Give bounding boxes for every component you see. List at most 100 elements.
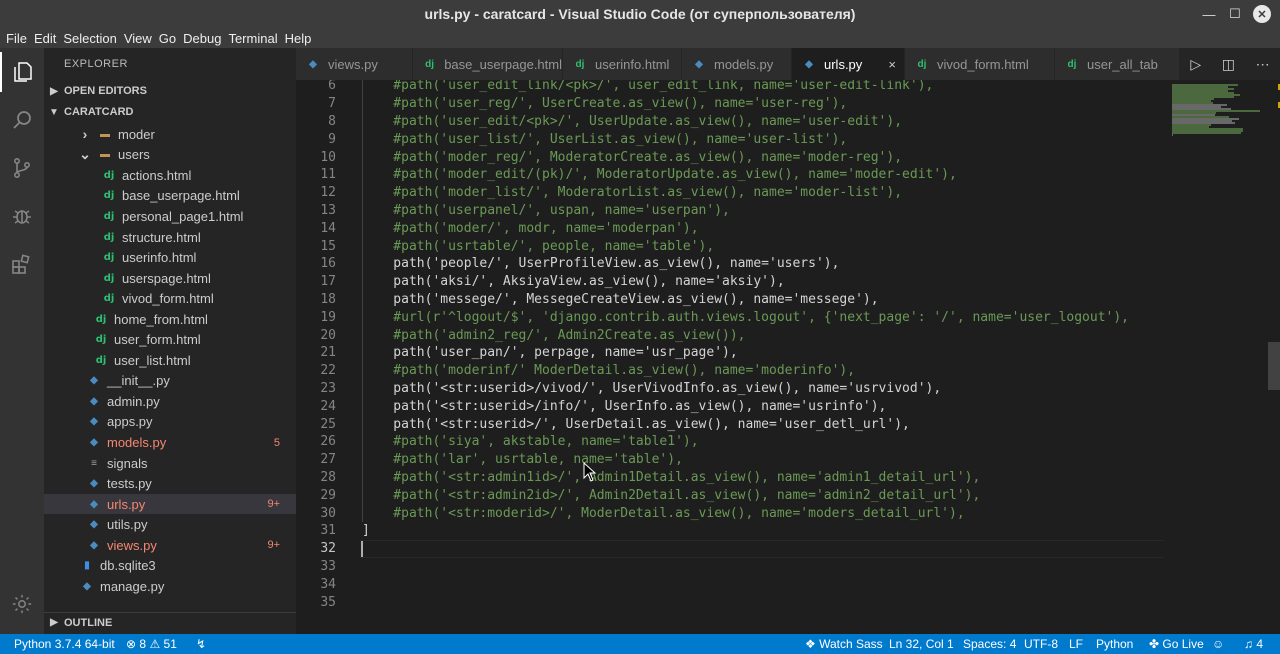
close-window-button[interactable]: ✕: [1253, 5, 1271, 23]
tree-item-label: userinfo.html: [122, 250, 197, 266]
code-line[interactable]: 14 #path('moder/', modr, name='moderpan'…: [296, 219, 1166, 237]
code-line[interactable]: 6 #path('user_edit_link/<pk>/', user_edi…: [296, 80, 1166, 95]
code-line[interactable]: 22 #path('moderinf/' ModerDetail.as_view…: [296, 362, 1166, 380]
code-line[interactable]: 21 path('user_pan/', perpage, name='usr_…: [296, 344, 1166, 362]
code-line[interactable]: 33: [296, 558, 1166, 576]
editor-tab[interactable]: dj userinfo.html: [563, 48, 682, 80]
extensions-icon[interactable]: [0, 244, 44, 284]
file-item[interactable]: ◆ urls.py 9+: [44, 493, 296, 515]
encoding[interactable]: UTF-8: [1024, 637, 1058, 651]
code-line[interactable]: 13 #path('userpanel/', uspan, name='user…: [296, 202, 1166, 220]
code-line[interactable]: 30 #path('<str:moderid>/', ModerDetail.a…: [296, 504, 1166, 522]
cursor-position[interactable]: Ln 32, Col 1: [889, 637, 954, 651]
code-line[interactable]: 18 path('messege/', MessegeCreateView.as…: [296, 291, 1166, 309]
scrollbar-thumb[interactable]: [1268, 342, 1280, 390]
file-item[interactable]: dj userspage.html: [44, 268, 296, 289]
file-item[interactable]: ◆ __init__.py: [44, 371, 296, 392]
maximize-button[interactable]: ☐: [1226, 5, 1244, 23]
project-section[interactable]: ▼ CARATCARD: [44, 102, 296, 122]
editor-tab[interactable]: ◆ models.py: [682, 48, 792, 80]
explorer-icon[interactable]: [0, 52, 44, 92]
editor-tab[interactable]: dj user_all_tab: [1055, 48, 1180, 80]
code-line[interactable]: 11 #path('moder_edit/(pk)/', ModeratorUp…: [296, 166, 1166, 184]
code-line[interactable]: 20 #path('admin2_reg/', Admin2Create.as_…: [296, 326, 1166, 344]
menu-go[interactable]: Go: [159, 31, 176, 46]
settings-gear-icon[interactable]: [0, 586, 44, 622]
minimap[interactable]: [1168, 80, 1268, 140]
code-line[interactable]: 27 #path('lar', usrtable, name='table'),: [296, 451, 1166, 469]
code-line[interactable]: 28 #path('<str:admin1id>/', Admin1Detail…: [296, 469, 1166, 487]
code-line[interactable]: 9 #path('user_list/', UserList.as_view()…: [296, 130, 1166, 148]
file-item[interactable]: dj user_list.html: [44, 350, 296, 371]
file-item[interactable]: dj user_form.html: [44, 330, 296, 351]
folder-item[interactable]: › ▬ moder: [44, 124, 296, 145]
code-line[interactable]: 25 path('<str:userid>/', UserDetail.as_v…: [296, 415, 1166, 433]
code-line[interactable]: 7 #path('user_reg/', UserCreate.as_view(…: [296, 95, 1166, 113]
file-item[interactable]: dj actions.html: [44, 165, 296, 186]
notifications[interactable]: ♫ 4: [1244, 637, 1263, 651]
editor-tab[interactable]: ◆ urls.py ×: [792, 48, 905, 80]
file-item[interactable]: ◆ models.py 5: [44, 432, 296, 453]
editor-tab[interactable]: dj base_userpage.html: [413, 48, 563, 80]
menu-file[interactable]: File: [6, 31, 27, 46]
file-item[interactable]: ≡ signals: [44, 453, 296, 474]
code-line[interactable]: 31]: [296, 522, 1166, 540]
code-line[interactable]: 32: [296, 540, 1166, 558]
problems-indicator[interactable]: ⊗ 8 ⚠ 51: [126, 637, 177, 651]
menu-help[interactable]: Help: [285, 31, 312, 46]
code-line[interactable]: 19 #url(r'^logout/$', 'django.contrib.au…: [296, 308, 1166, 326]
editor-tab[interactable]: dj vivod_form.html: [905, 48, 1055, 80]
code-line[interactable]: 15 #path('usrtable/', people, name='tabl…: [296, 237, 1166, 255]
file-item[interactable]: dj userinfo.html: [44, 247, 296, 268]
code-editor[interactable]: 6 #path('user_edit_link/<pk>/', user_edi…: [296, 80, 1280, 634]
minimize-button[interactable]: —: [1200, 5, 1218, 23]
menu-debug[interactable]: Debug: [183, 31, 221, 46]
open-editors-section[interactable]: ▶ OPEN EDITORS: [44, 81, 296, 101]
code-line[interactable]: 34: [296, 575, 1166, 593]
more-actions-icon[interactable]: ⋯: [1256, 56, 1270, 73]
file-item[interactable]: ◆ apps.py: [44, 412, 296, 433]
file-item[interactable]: ◆ manage.py: [44, 576, 296, 597]
menu-view[interactable]: View: [124, 31, 152, 46]
watch-sass[interactable]: ❖ Watch Sass: [805, 637, 883, 651]
file-item[interactable]: ◆ views.py 9+: [44, 535, 296, 556]
code-line[interactable]: 16 path('people/', UserProfileView.as_vi…: [296, 255, 1166, 273]
file-item[interactable]: dj structure.html: [44, 227, 296, 248]
sync-icon[interactable]: ↯: [196, 637, 206, 651]
code-line[interactable]: 17 path('aksi/', AksiyaView.as_view(), n…: [296, 273, 1166, 291]
file-item[interactable]: ◆ tests.py: [44, 473, 296, 494]
go-live[interactable]: ✤ Go Live: [1149, 637, 1204, 651]
code-line[interactable]: 24 path('<str:userid>/info/', UserInfo.a…: [296, 397, 1166, 415]
file-item[interactable]: ▮ db.sqlite3: [44, 556, 296, 577]
code-line[interactable]: 35: [296, 593, 1166, 611]
code-line[interactable]: 8 #path('user_edit/<pk>/', UserUpdate.as…: [296, 113, 1166, 131]
split-editor-icon[interactable]: ◫: [1222, 56, 1235, 73]
file-item[interactable]: dj home_from.html: [44, 309, 296, 330]
source-control-icon[interactable]: [0, 148, 44, 188]
code-line[interactable]: 29 #path('<str:admin2id>/', Admin2Detail…: [296, 486, 1166, 504]
file-item[interactable]: ◆ admin.py: [44, 391, 296, 412]
menu-terminal[interactable]: Terminal: [228, 31, 277, 46]
folder-item[interactable]: ⌄ ▬ users: [44, 145, 296, 166]
menu-selection[interactable]: Selection: [63, 31, 116, 46]
menu-edit[interactable]: Edit: [34, 31, 56, 46]
file-item[interactable]: dj base_userpage.html: [44, 186, 296, 207]
python-interpreter[interactable]: Python 3.7.4 64-bit: [14, 637, 115, 651]
feedback-icon[interactable]: ☺: [1212, 637, 1224, 651]
outline-section[interactable]: ▶ OUTLINE: [44, 612, 296, 632]
debug-icon[interactable]: [0, 196, 44, 236]
line-ending[interactable]: LF: [1069, 637, 1083, 651]
run-icon[interactable]: ▷: [1190, 56, 1201, 73]
close-tab-icon[interactable]: ×: [888, 57, 896, 72]
language-mode[interactable]: Python: [1096, 637, 1133, 651]
search-icon[interactable]: [0, 100, 44, 140]
code-line[interactable]: 10 #path('moder_reg/', ModeratorCreate.a…: [296, 148, 1166, 166]
file-item[interactable]: dj vivod_form.html: [44, 288, 296, 309]
indentation[interactable]: Spaces: 4: [963, 637, 1016, 651]
editor-tab[interactable]: ◆ views.py: [296, 48, 413, 80]
file-item[interactable]: ◆ utils.py: [44, 514, 296, 535]
file-item[interactable]: dj personal_page1.html: [44, 206, 296, 227]
code-line[interactable]: 23 path('<str:userid>/vivod/', UserVivod…: [296, 380, 1166, 398]
code-line[interactable]: 12 #path('moder_list/', ModeratorList.as…: [296, 184, 1166, 202]
code-line[interactable]: 26 #path('siya', akstable, name='table1'…: [296, 433, 1166, 451]
